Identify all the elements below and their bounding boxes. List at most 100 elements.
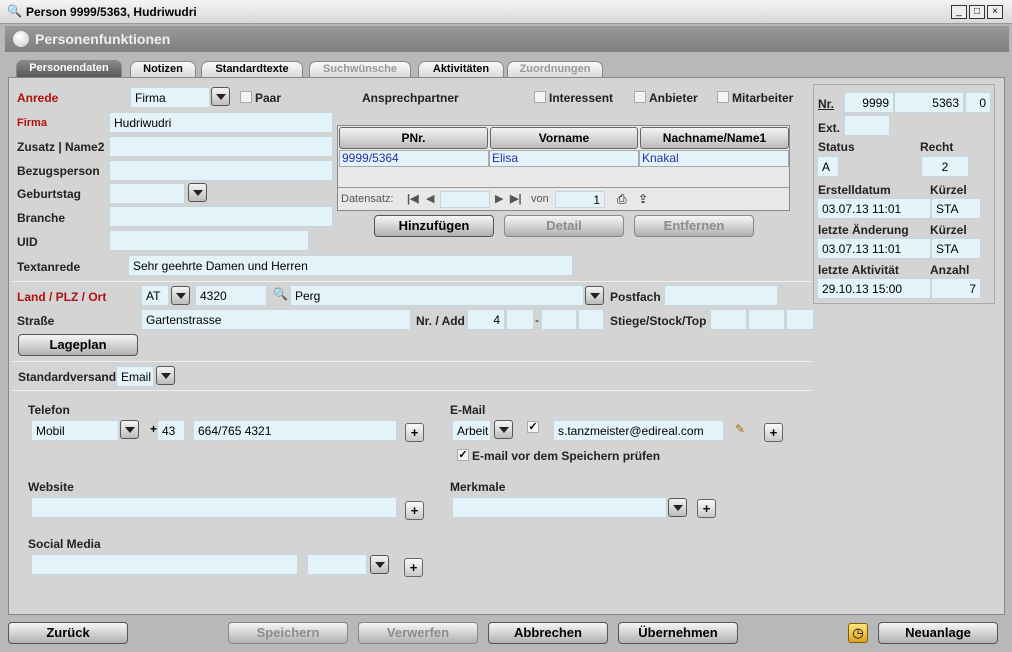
minimize-button[interactable]: _ [951, 5, 967, 19]
ort-dropdown-button[interactable] [585, 286, 604, 305]
add-social-media-button[interactable]: + [404, 558, 423, 577]
add-website-button[interactable]: + [405, 501, 424, 520]
hausnummer-field[interactable]: 4 [467, 309, 505, 330]
plz-field[interactable]: 4320 [195, 285, 267, 306]
stiege-field[interactable] [710, 309, 747, 330]
merkmale-dropdown-button[interactable] [668, 498, 687, 517]
tab-zuordnungen[interactable]: Zuordnungen [507, 61, 603, 78]
verwerfen-button[interactable]: Verwerfen [358, 622, 478, 644]
ort-field[interactable]: Perg [290, 285, 584, 306]
add-telefon-button[interactable]: + [405, 423, 424, 442]
geburtstag-label: Geburtstag [17, 187, 82, 201]
tab-personendaten[interactable]: Personendaten [16, 60, 122, 78]
zurueck-button[interactable]: Zurück [8, 622, 128, 644]
ext-field[interactable] [844, 115, 890, 136]
status-circle-icon [13, 31, 29, 47]
standardversand-label: Standardversand [18, 370, 117, 384]
maximize-button[interactable]: □ [969, 5, 985, 19]
erstelldatum-label: Erstelldatum [818, 183, 891, 197]
table-cell-vorname[interactable]: Elisa [489, 150, 639, 167]
clock-icon[interactable]: ◷ [848, 623, 868, 643]
branche-field[interactable] [109, 206, 333, 227]
stock-field[interactable] [748, 309, 785, 330]
tab-aktivitaeten[interactable]: Aktivitäten [418, 61, 504, 78]
export-icon[interactable]: ⇪ [638, 192, 648, 206]
anrede-label: Anrede [17, 91, 59, 105]
land-field[interactable]: AT [141, 285, 169, 306]
ansprechpartner-label: Ansprechpartner [362, 91, 459, 105]
detail-button[interactable]: Detail [504, 215, 624, 237]
merkmale-select[interactable] [452, 497, 667, 518]
add-email-button[interactable]: + [764, 423, 783, 442]
postfach-field[interactable] [664, 285, 778, 306]
lageplan-button[interactable]: Lageplan [18, 334, 138, 356]
kuerzel-1-label: Kürzel [930, 183, 967, 197]
anbieter-checkbox[interactable] [634, 91, 646, 103]
kuerzel-2-label: Kürzel [930, 223, 967, 237]
standardversand-select[interactable]: Email [116, 366, 154, 387]
next-record-icon[interactable]: ▶ [495, 192, 503, 205]
add-field[interactable] [506, 309, 534, 330]
record-number-field[interactable] [440, 191, 490, 208]
standardversand-dropdown-button[interactable] [156, 366, 175, 385]
tab-suchwuensche[interactable]: Suchwünsche [309, 61, 411, 78]
nr-bis-field[interactable] [541, 309, 577, 330]
last-record-icon[interactable]: ▶| [510, 192, 522, 205]
telefon-type-select[interactable]: Mobil [31, 420, 119, 441]
column-header-pnr[interactable]: PNr. [339, 127, 488, 149]
add-merkmal-button[interactable]: + [697, 499, 716, 518]
telefon-prefix-field[interactable]: 43 [157, 420, 185, 441]
mitarbeiter-checkbox[interactable] [717, 91, 729, 103]
email-primary-checkbox[interactable]: ✓ [527, 421, 539, 433]
print-icon[interactable]: ⎙ [617, 192, 627, 207]
divider [12, 281, 812, 282]
prev-record-icon[interactable]: ◀ [426, 192, 434, 205]
kuerzel-1-value: STA [931, 198, 981, 219]
top-field[interactable] [786, 309, 814, 330]
speichern-button[interactable]: Speichern [228, 622, 348, 644]
tab-notizen[interactable]: Notizen [130, 61, 196, 78]
social-media-dropdown-button[interactable] [370, 555, 389, 574]
bezugsperson-field[interactable] [109, 160, 333, 181]
edit-email-icon[interactable]: ✎ [735, 422, 745, 436]
email-address-field[interactable]: s.tanzmeister@edireal.com [553, 420, 724, 441]
social-media-type-select[interactable] [307, 554, 367, 575]
uid-field[interactable] [109, 230, 309, 251]
interessent-checkbox[interactable] [534, 91, 546, 103]
search-icon[interactable]: 🔍 [273, 287, 288, 301]
column-header-nachname[interactable]: Nachname/Name1 [640, 127, 789, 149]
email-type-select[interactable]: Arbeit [452, 420, 491, 441]
anrede-select[interactable]: Firma [130, 87, 210, 108]
website-field[interactable] [31, 497, 397, 518]
tab-standardtexte[interactable]: Standardtexte [201, 61, 303, 78]
email-check-checkbox[interactable]: ✓ [457, 449, 469, 461]
telefon-number-field[interactable]: 664/765 4321 [193, 420, 397, 441]
abbrechen-button[interactable]: Abbrechen [488, 622, 608, 644]
geburtstag-dropdown-button[interactable] [188, 183, 207, 202]
telefon-type-dropdown-button[interactable] [120, 420, 139, 439]
interessent-label: Interessent [549, 91, 614, 105]
letzte-aenderung-label: letzte Änderung [818, 223, 909, 237]
neuanlage-button[interactable]: Neuanlage [878, 622, 998, 644]
table-cell-nachname[interactable]: Knakal [639, 150, 789, 167]
geburtstag-field[interactable] [109, 183, 185, 204]
table-cell-pnr[interactable]: 9999/5364 [339, 150, 489, 167]
add-bis-field[interactable] [578, 309, 604, 330]
nr-value-1: 9999 [844, 92, 894, 113]
land-dropdown-button[interactable] [171, 286, 190, 305]
anzahl-value: 7 [931, 278, 981, 299]
strasse-field[interactable]: Gartenstrasse [141, 309, 411, 330]
email-type-dropdown-button[interactable] [494, 420, 513, 439]
firma-field[interactable]: Hudriwudri [109, 112, 333, 133]
column-header-vorname[interactable]: Vorname [490, 127, 638, 149]
zusatz-field[interactable] [109, 136, 333, 157]
first-record-icon[interactable]: |◀ [407, 192, 419, 205]
anrede-dropdown-button[interactable] [211, 87, 230, 106]
add-contact-button[interactable]: Hinzufügen [374, 215, 494, 237]
paar-checkbox[interactable] [240, 91, 252, 103]
uebernehmen-button[interactable]: Übernehmen [618, 622, 738, 644]
close-button[interactable]: × [987, 5, 1003, 19]
textanrede-field[interactable]: Sehr geehrte Damen und Herren [128, 255, 573, 276]
social-media-field[interactable] [31, 554, 298, 575]
remove-contact-button[interactable]: Entfernen [634, 215, 754, 237]
